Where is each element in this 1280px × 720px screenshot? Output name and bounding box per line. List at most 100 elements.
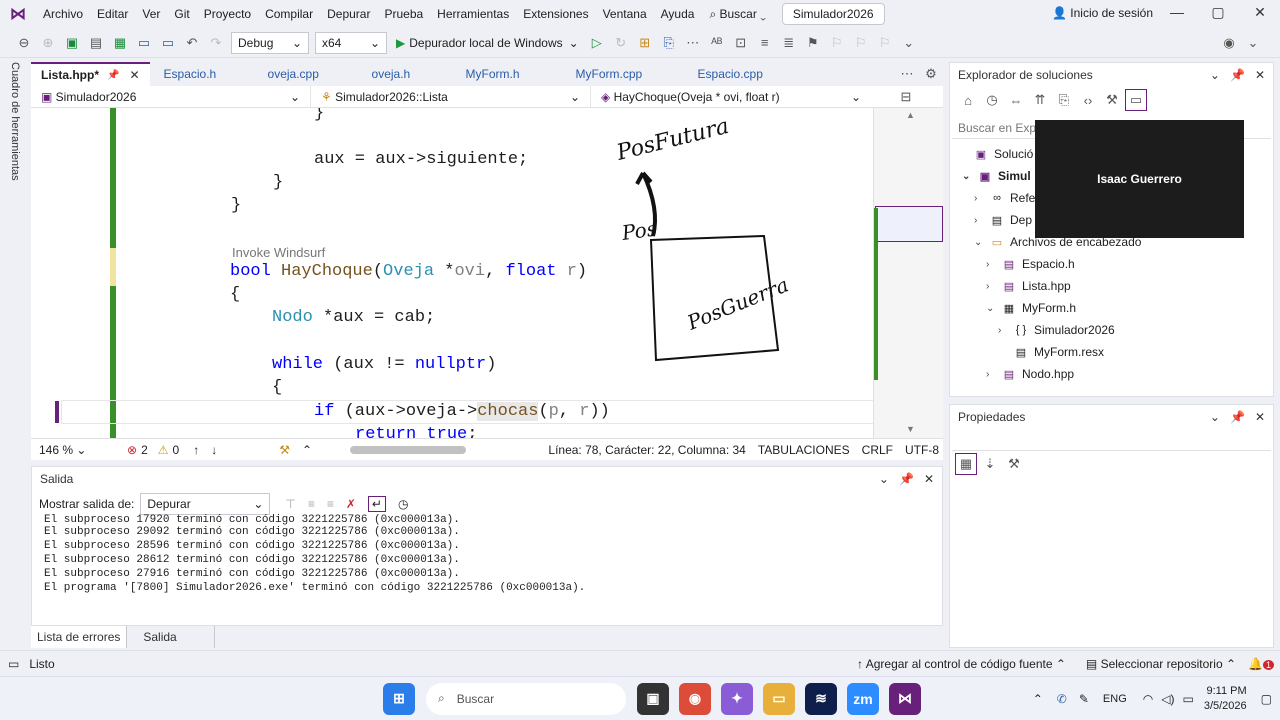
menu-compilar[interactable]: Compilar bbox=[258, 7, 320, 21]
minimize-icon[interactable]: — bbox=[1162, 4, 1192, 24]
menu-herramientas[interactable]: Herramientas bbox=[430, 7, 516, 21]
prev-message-icon[interactable]: ≡ bbox=[308, 497, 315, 511]
toolbar-more-icon[interactable]: ⌄ bbox=[1242, 32, 1264, 54]
hot-reload-icon[interactable]: ↻ bbox=[610, 32, 632, 54]
bookmark-clear-icon[interactable]: ⚐ bbox=[874, 32, 896, 54]
search-menu[interactable]: ⌕ Buscar ⌄ bbox=[701, 7, 773, 22]
chevron-down-icon[interactable]: ⌄ bbox=[879, 472, 889, 486]
clock[interactable]: 9:11 PM 3/5/2026 bbox=[1204, 684, 1247, 714]
notifications-icon[interactable]: 🔔 1 bbox=[1248, 657, 1274, 671]
code-editor[interactable]: } aux = aux->siguiente; } } Invoke Winds… bbox=[31, 108, 943, 438]
output-source-select[interactable]: Depurar ⌄ bbox=[140, 493, 271, 515]
scope-nav-select[interactable]: ⚘ Simulador2026::Lista ⌄ bbox=[311, 85, 591, 108]
close-icon[interactable]: ✕ bbox=[924, 472, 934, 486]
menu-prueba[interactable]: Prueba bbox=[377, 7, 430, 21]
tab-myform-h[interactable]: MyForm.h bbox=[456, 62, 562, 86]
scroll-down-icon[interactable]: ▼ bbox=[906, 424, 915, 434]
word-wrap-icon[interactable]: ↵ bbox=[367, 496, 386, 512]
tree-dependencies[interactable]: › ▤ Dep bbox=[974, 213, 1032, 227]
clear-all-icon[interactable]: ✗ bbox=[346, 497, 356, 511]
scroll-up-icon[interactable]: ▲ bbox=[906, 110, 915, 120]
home-icon[interactable]: ⌂ bbox=[957, 89, 979, 111]
next-message-icon[interactable]: ≡ bbox=[327, 497, 334, 511]
bookmark-next-icon[interactable]: ⚐ bbox=[850, 32, 872, 54]
tray-app-icon[interactable]: ✆ bbox=[1057, 692, 1067, 706]
source-control-button[interactable]: ↑ Agregar al control de código fuente ⌃ bbox=[857, 657, 1066, 671]
taskbar-search[interactable]: ⌕ Buscar bbox=[426, 682, 626, 715]
chevron-down-icon[interactable]: ⌄ bbox=[1210, 68, 1220, 82]
task-view-icon[interactable]: ▣ bbox=[637, 682, 669, 715]
start-without-debug-icon[interactable]: ▷ bbox=[586, 32, 608, 54]
categorized-icon[interactable]: ▦ bbox=[955, 453, 977, 475]
indent-mode[interactable]: TABULACIONES bbox=[758, 443, 850, 457]
undo-icon[interactable]: ↶ bbox=[181, 32, 203, 54]
cleanup-icon[interactable]: ⚒ bbox=[279, 443, 290, 457]
select-repo-button[interactable]: ▤ Seleccionar repositorio ⌃ bbox=[1086, 657, 1236, 671]
new-file-icon[interactable]: ▤ bbox=[85, 32, 107, 54]
menu-ver[interactable]: Ver bbox=[135, 7, 167, 21]
settings-icon[interactable]: ⚙ bbox=[920, 63, 942, 85]
tree-myform-resx[interactable]: ▤ MyForm.resx bbox=[1012, 345, 1104, 359]
outdent-icon[interactable]: ≣ bbox=[778, 32, 800, 54]
file-explorer-icon[interactable]: ▭ bbox=[763, 682, 795, 715]
properties-wrench-icon[interactable]: ⚒ bbox=[1101, 89, 1123, 111]
toolbox-label[interactable]: Cuadro de herramientas bbox=[9, 62, 21, 181]
redo-icon[interactable]: ↷ bbox=[205, 32, 227, 54]
tree-solution[interactable]: ▣ Solució bbox=[972, 147, 1034, 161]
tab-output[interactable]: Salida bbox=[127, 626, 216, 648]
visual-studio-icon[interactable]: ⋈ bbox=[889, 682, 921, 715]
sync-icon[interactable]: ⇔ bbox=[1005, 89, 1027, 111]
chrome-icon[interactable]: ◉ bbox=[679, 682, 711, 715]
language-indicator[interactable]: ENG bbox=[1103, 693, 1127, 705]
project-nav-select[interactable]: ▣ Simulador2026 ⌄ bbox=[31, 85, 311, 108]
cursor-position[interactable]: Línea: 78, Carácter: 22, Columna: 34 bbox=[548, 443, 745, 457]
back-icon[interactable]: ⊖ bbox=[13, 32, 35, 54]
menu-depurar[interactable]: Depurar bbox=[320, 7, 377, 21]
copy-icon[interactable]: ⎘ bbox=[1053, 89, 1075, 111]
close-icon[interactable]: ✕ bbox=[1255, 410, 1265, 424]
visual-studio-logo-icon[interactable]: ⋈ bbox=[0, 0, 36, 28]
tab-oveja-cpp[interactable]: oveja.cpp bbox=[258, 62, 358, 86]
horizontal-scrollbar[interactable] bbox=[350, 445, 467, 454]
tree-myform-h[interactable]: ⌄ ▦ MyForm.h bbox=[986, 301, 1076, 315]
spellcheck-icon[interactable]: ᴬᴮ bbox=[706, 32, 728, 54]
alphabetical-icon[interactable]: ⇣ bbox=[979, 453, 1001, 475]
property-pages-icon[interactable]: ⚒ bbox=[1003, 453, 1025, 475]
menu-archivo[interactable]: Archivo bbox=[36, 7, 90, 21]
previous-issue-icon[interactable]: ↑ bbox=[193, 443, 199, 457]
minimap-viewport[interactable] bbox=[875, 206, 943, 242]
indent-icon[interactable]: ≡ bbox=[754, 32, 776, 54]
pin-icon[interactable]: 📌 bbox=[899, 472, 914, 486]
pin-icon[interactable]: 📌 bbox=[107, 70, 119, 81]
warning-icon[interactable]: ⚠ bbox=[158, 443, 169, 457]
menu-ayuda[interactable]: Ayuda bbox=[654, 7, 702, 21]
tab-espacio-cpp[interactable]: Espacio.cpp bbox=[688, 62, 773, 86]
copilot-icon[interactable]: ◉ bbox=[1218, 32, 1240, 54]
tab-list-icon[interactable]: ⋯ bbox=[896, 63, 918, 85]
copilot-app-icon[interactable]: ✦ bbox=[721, 682, 753, 715]
warning-count[interactable]: 0 bbox=[173, 443, 180, 457]
minimap[interactable]: ▲ ▼ bbox=[873, 108, 943, 438]
close-icon[interactable]: ✕ bbox=[1255, 68, 1265, 82]
battery-icon[interactable]: ▭ bbox=[1182, 692, 1193, 706]
new-project-icon[interactable]: ▣ bbox=[61, 32, 83, 54]
codelens-hint[interactable]: Invoke Windsurf bbox=[232, 245, 325, 260]
collapse-icon[interactable]: ⇈ bbox=[1029, 89, 1051, 111]
expand-icon[interactable]: ⌃ bbox=[302, 443, 312, 457]
menu-ventana[interactable]: Ventana bbox=[596, 7, 654, 21]
tab-oveja-h[interactable]: oveja.h bbox=[362, 62, 452, 86]
login-link[interactable]: 👤 Inicio de sesión bbox=[1052, 6, 1153, 20]
preview-icon[interactable]: ▭ bbox=[1125, 89, 1147, 111]
clock-icon[interactable]: ◷ bbox=[398, 497, 408, 511]
menu-extensiones[interactable]: Extensiones bbox=[516, 7, 595, 21]
properties-object-select[interactable] bbox=[952, 431, 1271, 451]
overflow-icon[interactable]: ⌄ bbox=[898, 32, 920, 54]
save-all-icon[interactable]: ▭ bbox=[157, 32, 179, 54]
pen-icon[interactable]: ✎ bbox=[1079, 692, 1089, 706]
start-icon[interactable]: ⊞ bbox=[383, 682, 415, 715]
wifi-icon[interactable]: ◠ bbox=[1143, 692, 1153, 706]
find-files-icon[interactable]: ⊞ bbox=[634, 32, 656, 54]
close-icon[interactable]: ✕ bbox=[1245, 4, 1275, 24]
comment-icon[interactable]: ⊡ bbox=[730, 32, 752, 54]
zoom-icon[interactable]: zm bbox=[847, 682, 879, 715]
